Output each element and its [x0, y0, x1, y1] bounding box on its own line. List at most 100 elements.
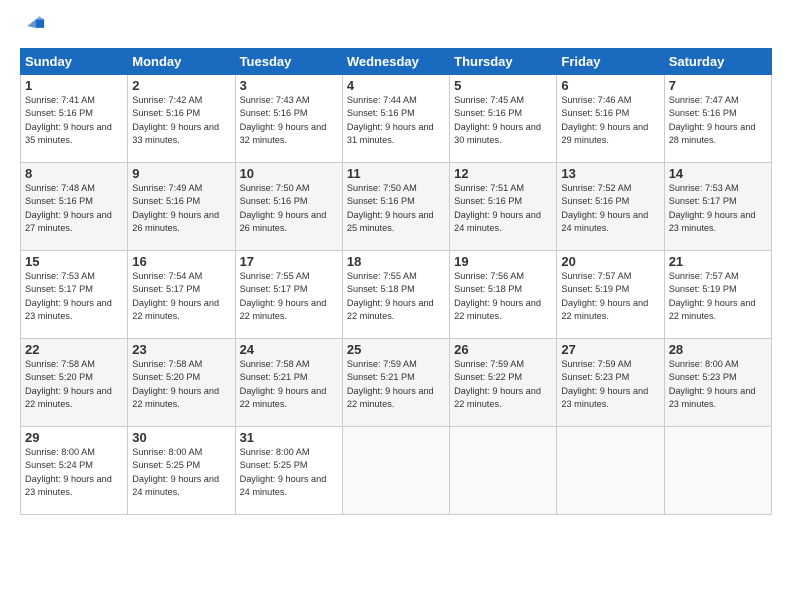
- day-info: Sunrise: 7:58 AM Sunset: 5:20 PM Dayligh…: [25, 358, 123, 411]
- day-number: 21: [669, 254, 767, 269]
- day-info: Sunrise: 7:54 AM Sunset: 5:17 PM Dayligh…: [132, 270, 230, 323]
- day-number: 18: [347, 254, 445, 269]
- day-info: Sunrise: 7:48 AM Sunset: 5:16 PM Dayligh…: [25, 182, 123, 235]
- day-number: 2: [132, 78, 230, 93]
- day-number: 15: [25, 254, 123, 269]
- calendar-cell: 27Sunrise: 7:59 AM Sunset: 5:23 PM Dayli…: [557, 339, 664, 427]
- day-info: Sunrise: 7:55 AM Sunset: 5:18 PM Dayligh…: [347, 270, 445, 323]
- day-number: 27: [561, 342, 659, 357]
- calendar-cell: 26Sunrise: 7:59 AM Sunset: 5:22 PM Dayli…: [450, 339, 557, 427]
- day-info: Sunrise: 8:00 AM Sunset: 5:24 PM Dayligh…: [25, 446, 123, 499]
- weekday-header-monday: Monday: [128, 49, 235, 75]
- day-info: Sunrise: 7:52 AM Sunset: 5:16 PM Dayligh…: [561, 182, 659, 235]
- calendar-cell: 2Sunrise: 7:42 AM Sunset: 5:16 PM Daylig…: [128, 75, 235, 163]
- day-info: Sunrise: 7:44 AM Sunset: 5:16 PM Dayligh…: [347, 94, 445, 147]
- calendar-cell: 22Sunrise: 7:58 AM Sunset: 5:20 PM Dayli…: [21, 339, 128, 427]
- calendar-cell: 4Sunrise: 7:44 AM Sunset: 5:16 PM Daylig…: [342, 75, 449, 163]
- day-info: Sunrise: 7:58 AM Sunset: 5:21 PM Dayligh…: [240, 358, 338, 411]
- calendar-cell: 30Sunrise: 8:00 AM Sunset: 5:25 PM Dayli…: [128, 427, 235, 515]
- header: [20, 16, 772, 38]
- day-number: 29: [25, 430, 123, 445]
- calendar-cell: 11Sunrise: 7:50 AM Sunset: 5:16 PM Dayli…: [342, 163, 449, 251]
- day-number: 1: [25, 78, 123, 93]
- calendar-cell: 9Sunrise: 7:49 AM Sunset: 5:16 PM Daylig…: [128, 163, 235, 251]
- day-number: 10: [240, 166, 338, 181]
- calendar-cell: 25Sunrise: 7:59 AM Sunset: 5:21 PM Dayli…: [342, 339, 449, 427]
- calendar-cell: 1Sunrise: 7:41 AM Sunset: 5:16 PM Daylig…: [21, 75, 128, 163]
- day-number: 12: [454, 166, 552, 181]
- calendar-cell: 6Sunrise: 7:46 AM Sunset: 5:16 PM Daylig…: [557, 75, 664, 163]
- calendar-cell: 18Sunrise: 7:55 AM Sunset: 5:18 PM Dayli…: [342, 251, 449, 339]
- calendar-cell: 16Sunrise: 7:54 AM Sunset: 5:17 PM Dayli…: [128, 251, 235, 339]
- calendar-cell: 3Sunrise: 7:43 AM Sunset: 5:16 PM Daylig…: [235, 75, 342, 163]
- day-number: 23: [132, 342, 230, 357]
- calendar-week-5: 29Sunrise: 8:00 AM Sunset: 5:24 PM Dayli…: [21, 427, 772, 515]
- calendar-week-3: 15Sunrise: 7:53 AM Sunset: 5:17 PM Dayli…: [21, 251, 772, 339]
- calendar-cell: 21Sunrise: 7:57 AM Sunset: 5:19 PM Dayli…: [664, 251, 771, 339]
- day-number: 30: [132, 430, 230, 445]
- calendar-cell: 17Sunrise: 7:55 AM Sunset: 5:17 PM Dayli…: [235, 251, 342, 339]
- day-number: 20: [561, 254, 659, 269]
- day-info: Sunrise: 7:50 AM Sunset: 5:16 PM Dayligh…: [240, 182, 338, 235]
- day-info: Sunrise: 7:59 AM Sunset: 5:23 PM Dayligh…: [561, 358, 659, 411]
- day-info: Sunrise: 7:59 AM Sunset: 5:21 PM Dayligh…: [347, 358, 445, 411]
- logo-icon: [20, 16, 48, 38]
- day-info: Sunrise: 8:00 AM Sunset: 5:23 PM Dayligh…: [669, 358, 767, 411]
- day-number: 19: [454, 254, 552, 269]
- day-info: Sunrise: 7:57 AM Sunset: 5:19 PM Dayligh…: [669, 270, 767, 323]
- day-info: Sunrise: 8:00 AM Sunset: 5:25 PM Dayligh…: [132, 446, 230, 499]
- day-info: Sunrise: 7:58 AM Sunset: 5:20 PM Dayligh…: [132, 358, 230, 411]
- calendar-cell: 8Sunrise: 7:48 AM Sunset: 5:16 PM Daylig…: [21, 163, 128, 251]
- calendar-cell: [450, 427, 557, 515]
- calendar-cell: 13Sunrise: 7:52 AM Sunset: 5:16 PM Dayli…: [557, 163, 664, 251]
- calendar-cell: 20Sunrise: 7:57 AM Sunset: 5:19 PM Dayli…: [557, 251, 664, 339]
- logo: [20, 16, 52, 38]
- day-number: 4: [347, 78, 445, 93]
- day-number: 13: [561, 166, 659, 181]
- weekday-header-wednesday: Wednesday: [342, 49, 449, 75]
- calendar-cell: 7Sunrise: 7:47 AM Sunset: 5:16 PM Daylig…: [664, 75, 771, 163]
- day-info: Sunrise: 7:53 AM Sunset: 5:17 PM Dayligh…: [669, 182, 767, 235]
- calendar-cell: 10Sunrise: 7:50 AM Sunset: 5:16 PM Dayli…: [235, 163, 342, 251]
- day-info: Sunrise: 8:00 AM Sunset: 5:25 PM Dayligh…: [240, 446, 338, 499]
- calendar-week-1: 1Sunrise: 7:41 AM Sunset: 5:16 PM Daylig…: [21, 75, 772, 163]
- calendar-cell: [664, 427, 771, 515]
- day-number: 25: [347, 342, 445, 357]
- calendar-cell: 23Sunrise: 7:58 AM Sunset: 5:20 PM Dayli…: [128, 339, 235, 427]
- day-number: 16: [132, 254, 230, 269]
- calendar-cell: 19Sunrise: 7:56 AM Sunset: 5:18 PM Dayli…: [450, 251, 557, 339]
- day-info: Sunrise: 7:41 AM Sunset: 5:16 PM Dayligh…: [25, 94, 123, 147]
- day-number: 31: [240, 430, 338, 445]
- day-number: 6: [561, 78, 659, 93]
- weekday-header-tuesday: Tuesday: [235, 49, 342, 75]
- weekday-header-sunday: Sunday: [21, 49, 128, 75]
- day-number: 3: [240, 78, 338, 93]
- calendar-cell: [557, 427, 664, 515]
- day-number: 14: [669, 166, 767, 181]
- day-number: 7: [669, 78, 767, 93]
- weekday-header-saturday: Saturday: [664, 49, 771, 75]
- calendar-cell: 12Sunrise: 7:51 AM Sunset: 5:16 PM Dayli…: [450, 163, 557, 251]
- day-info: Sunrise: 7:46 AM Sunset: 5:16 PM Dayligh…: [561, 94, 659, 147]
- day-info: Sunrise: 7:56 AM Sunset: 5:18 PM Dayligh…: [454, 270, 552, 323]
- calendar-week-2: 8Sunrise: 7:48 AM Sunset: 5:16 PM Daylig…: [21, 163, 772, 251]
- day-number: 28: [669, 342, 767, 357]
- day-number: 26: [454, 342, 552, 357]
- day-number: 17: [240, 254, 338, 269]
- day-number: 9: [132, 166, 230, 181]
- day-info: Sunrise: 7:55 AM Sunset: 5:17 PM Dayligh…: [240, 270, 338, 323]
- day-info: Sunrise: 7:51 AM Sunset: 5:16 PM Dayligh…: [454, 182, 552, 235]
- calendar-cell: 28Sunrise: 8:00 AM Sunset: 5:23 PM Dayli…: [664, 339, 771, 427]
- calendar-cell: [342, 427, 449, 515]
- calendar-cell: 31Sunrise: 8:00 AM Sunset: 5:25 PM Dayli…: [235, 427, 342, 515]
- weekday-header-row: SundayMondayTuesdayWednesdayThursdayFrid…: [21, 49, 772, 75]
- calendar-cell: 5Sunrise: 7:45 AM Sunset: 5:16 PM Daylig…: [450, 75, 557, 163]
- day-info: Sunrise: 7:42 AM Sunset: 5:16 PM Dayligh…: [132, 94, 230, 147]
- day-info: Sunrise: 7:50 AM Sunset: 5:16 PM Dayligh…: [347, 182, 445, 235]
- page: SundayMondayTuesdayWednesdayThursdayFrid…: [0, 0, 792, 612]
- day-info: Sunrise: 7:47 AM Sunset: 5:16 PM Dayligh…: [669, 94, 767, 147]
- day-number: 5: [454, 78, 552, 93]
- calendar: SundayMondayTuesdayWednesdayThursdayFrid…: [20, 48, 772, 515]
- day-info: Sunrise: 7:57 AM Sunset: 5:19 PM Dayligh…: [561, 270, 659, 323]
- calendar-cell: 15Sunrise: 7:53 AM Sunset: 5:17 PM Dayli…: [21, 251, 128, 339]
